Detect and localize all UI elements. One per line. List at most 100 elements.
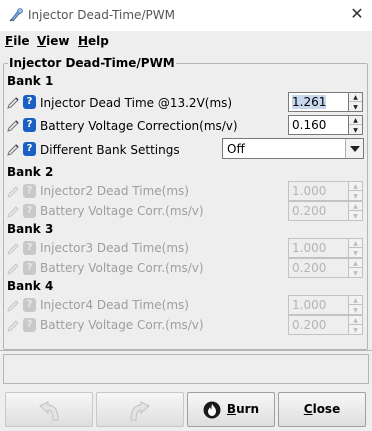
flame-icon xyxy=(203,401,221,418)
edit-pencil-icon[interactable] xyxy=(7,143,21,156)
battery-voltage-corr-3-spinner: 0.200 ▲ ▼ xyxy=(288,258,363,278)
close-rest: lose xyxy=(312,402,341,416)
spinner-buttons: ▲ ▼ xyxy=(349,238,363,258)
undo-button[interactable] xyxy=(5,392,93,427)
injector-dead-time-spinner[interactable]: 1.261 ▲ ▼ xyxy=(288,92,363,112)
battery-voltage-corr-2-label: Battery Voltage Corr.(ms/v) xyxy=(40,204,204,218)
dropdown-button[interactable] xyxy=(345,139,363,158)
help-icon: ? xyxy=(23,318,36,332)
injector4-dead-time-input: 1.000 xyxy=(288,295,349,315)
burn-mnemonic: B xyxy=(226,402,237,416)
battery-voltage-corr-4-label: Battery Voltage Corr.(ms/v) xyxy=(40,318,204,332)
menu-bar: File View Help xyxy=(0,31,372,51)
menu-view-mnemonic: V xyxy=(37,34,47,48)
injector3-dead-time-input: 1.000 xyxy=(288,238,349,258)
injector2-dead-time-input: 1.000 xyxy=(288,181,349,201)
burn-rest: urn xyxy=(236,402,260,416)
help-icon[interactable]: ? xyxy=(23,142,36,156)
row-icons: ? xyxy=(7,118,37,132)
bank-4-title: Bank 4 xyxy=(7,279,54,293)
spin-up-icon[interactable]: ▲ xyxy=(349,93,362,102)
injector-dead-time-value: 1.261 xyxy=(292,95,327,109)
spin-up-icon: ▲ xyxy=(349,259,362,268)
different-bank-settings-label: Different Bank Settings xyxy=(40,143,180,157)
help-icon[interactable]: ? xyxy=(23,95,36,109)
battery-voltage-corr-3-input: 0.200 xyxy=(288,258,349,278)
row-icons: ? xyxy=(7,298,37,312)
bank-1-title: Bank 1 xyxy=(7,74,54,88)
spin-down-icon[interactable]: ▼ xyxy=(349,103,362,112)
redo-button[interactable] xyxy=(96,392,184,427)
help-icon[interactable]: ? xyxy=(23,118,36,132)
row-icons: ? xyxy=(7,95,37,109)
injector-dead-time-input[interactable]: 1.261 xyxy=(288,92,349,112)
menu-help[interactable]: Help xyxy=(78,34,109,48)
edit-pencil-icon[interactable] xyxy=(7,96,21,109)
spinner-buttons: ▲ ▼ xyxy=(349,258,363,278)
spinner-buttons: ▲ ▼ xyxy=(349,92,363,112)
close-window-button[interactable]: ✕ xyxy=(348,5,366,23)
burn-button[interactable]: Burn xyxy=(187,392,275,427)
battery-voltage-corr-2-spinner: 0.200 ▲ ▼ xyxy=(288,201,363,221)
spin-down-icon: ▼ xyxy=(353,270,358,277)
battery-voltage-corr-4-input: 0.200 xyxy=(288,315,349,335)
injector-dead-time-label: Injector Dead Time @13.2V(ms) xyxy=(40,96,233,110)
battery-voltage-correction-input[interactable]: 0.160 xyxy=(288,115,349,135)
title-bar: Injector Dead-Time/PWM ✕ xyxy=(0,0,372,30)
undo-icon xyxy=(39,400,59,420)
injector3-dead-time-label: Injector3 Dead Time(ms) xyxy=(40,241,189,255)
settings-panel: Injector Dead-Time/PWM Bank 1 ? Injector… xyxy=(0,51,372,350)
spin-down-icon: ▼ xyxy=(353,193,358,200)
spinner-buttons: ▲ ▼ xyxy=(349,181,363,201)
injector2-dead-time-spinner: 1.000 ▲ ▼ xyxy=(288,181,363,201)
menu-file[interactable]: File xyxy=(5,34,30,48)
row-icons: ? xyxy=(7,204,37,218)
chevron-down-icon xyxy=(350,146,360,152)
button-bar: Burn Close xyxy=(0,386,372,431)
menu-help-rest: elp xyxy=(88,34,109,48)
help-icon: ? xyxy=(23,204,36,218)
edit-pencil-icon[interactable] xyxy=(7,119,21,132)
menu-view[interactable]: View xyxy=(37,34,69,48)
help-icon: ? xyxy=(23,241,36,255)
spinner-buttons: ▲ ▼ xyxy=(349,315,363,335)
close-button[interactable]: Close xyxy=(278,392,366,427)
different-bank-settings-select[interactable]: Off xyxy=(222,138,364,159)
spin-up-icon[interactable]: ▲ xyxy=(349,116,362,125)
different-bank-settings-value: Off xyxy=(227,142,245,156)
help-icon: ? xyxy=(23,261,36,275)
spinner-buttons: ▲ ▼ xyxy=(349,295,363,315)
edit-pencil-icon xyxy=(7,243,19,255)
help-icon: ? xyxy=(23,298,36,312)
edit-pencil-icon xyxy=(7,263,19,275)
row-icons: ? xyxy=(7,184,37,198)
battery-voltage-corr-2-input: 0.200 xyxy=(288,201,349,221)
edit-pencil-icon xyxy=(7,206,19,218)
help-icon: ? xyxy=(23,184,36,198)
spin-down-icon[interactable]: ▼ xyxy=(349,126,362,135)
spin-up-icon: ▲ xyxy=(349,296,362,305)
status-box xyxy=(3,354,369,384)
close-mnemonic: C xyxy=(303,402,313,416)
bank-3-title: Bank 3 xyxy=(7,222,54,236)
edit-pencil-icon xyxy=(7,300,19,312)
injector2-dead-time-label: Injector2 Dead Time(ms) xyxy=(40,184,189,198)
edit-pencil-icon xyxy=(7,186,19,198)
spinner-buttons: ▲ ▼ xyxy=(349,115,363,135)
redo-icon xyxy=(130,400,150,420)
spin-up-icon: ▲ xyxy=(349,316,362,325)
status-area xyxy=(0,350,372,386)
row-icons: ? xyxy=(7,318,37,332)
battery-voltage-correction-spinner[interactable]: 0.160 ▲ ▼ xyxy=(288,115,363,135)
spinner-buttons: ▲ ▼ xyxy=(349,201,363,221)
menu-file-mnemonic: F xyxy=(5,34,14,48)
menu-file-rest: ile xyxy=(13,34,30,48)
spin-down-icon: ▼ xyxy=(353,327,358,334)
group-title: Injector Dead-Time/PWM xyxy=(8,56,176,70)
spin-down-icon: ▼ xyxy=(353,250,358,257)
spin-up-icon: ▲ xyxy=(349,202,362,211)
injector4-dead-time-spinner: 1.000 ▲ ▼ xyxy=(288,295,363,315)
app-icon xyxy=(9,8,23,22)
row-icons: ? xyxy=(7,142,37,156)
menu-view-rest: iew xyxy=(46,34,70,48)
